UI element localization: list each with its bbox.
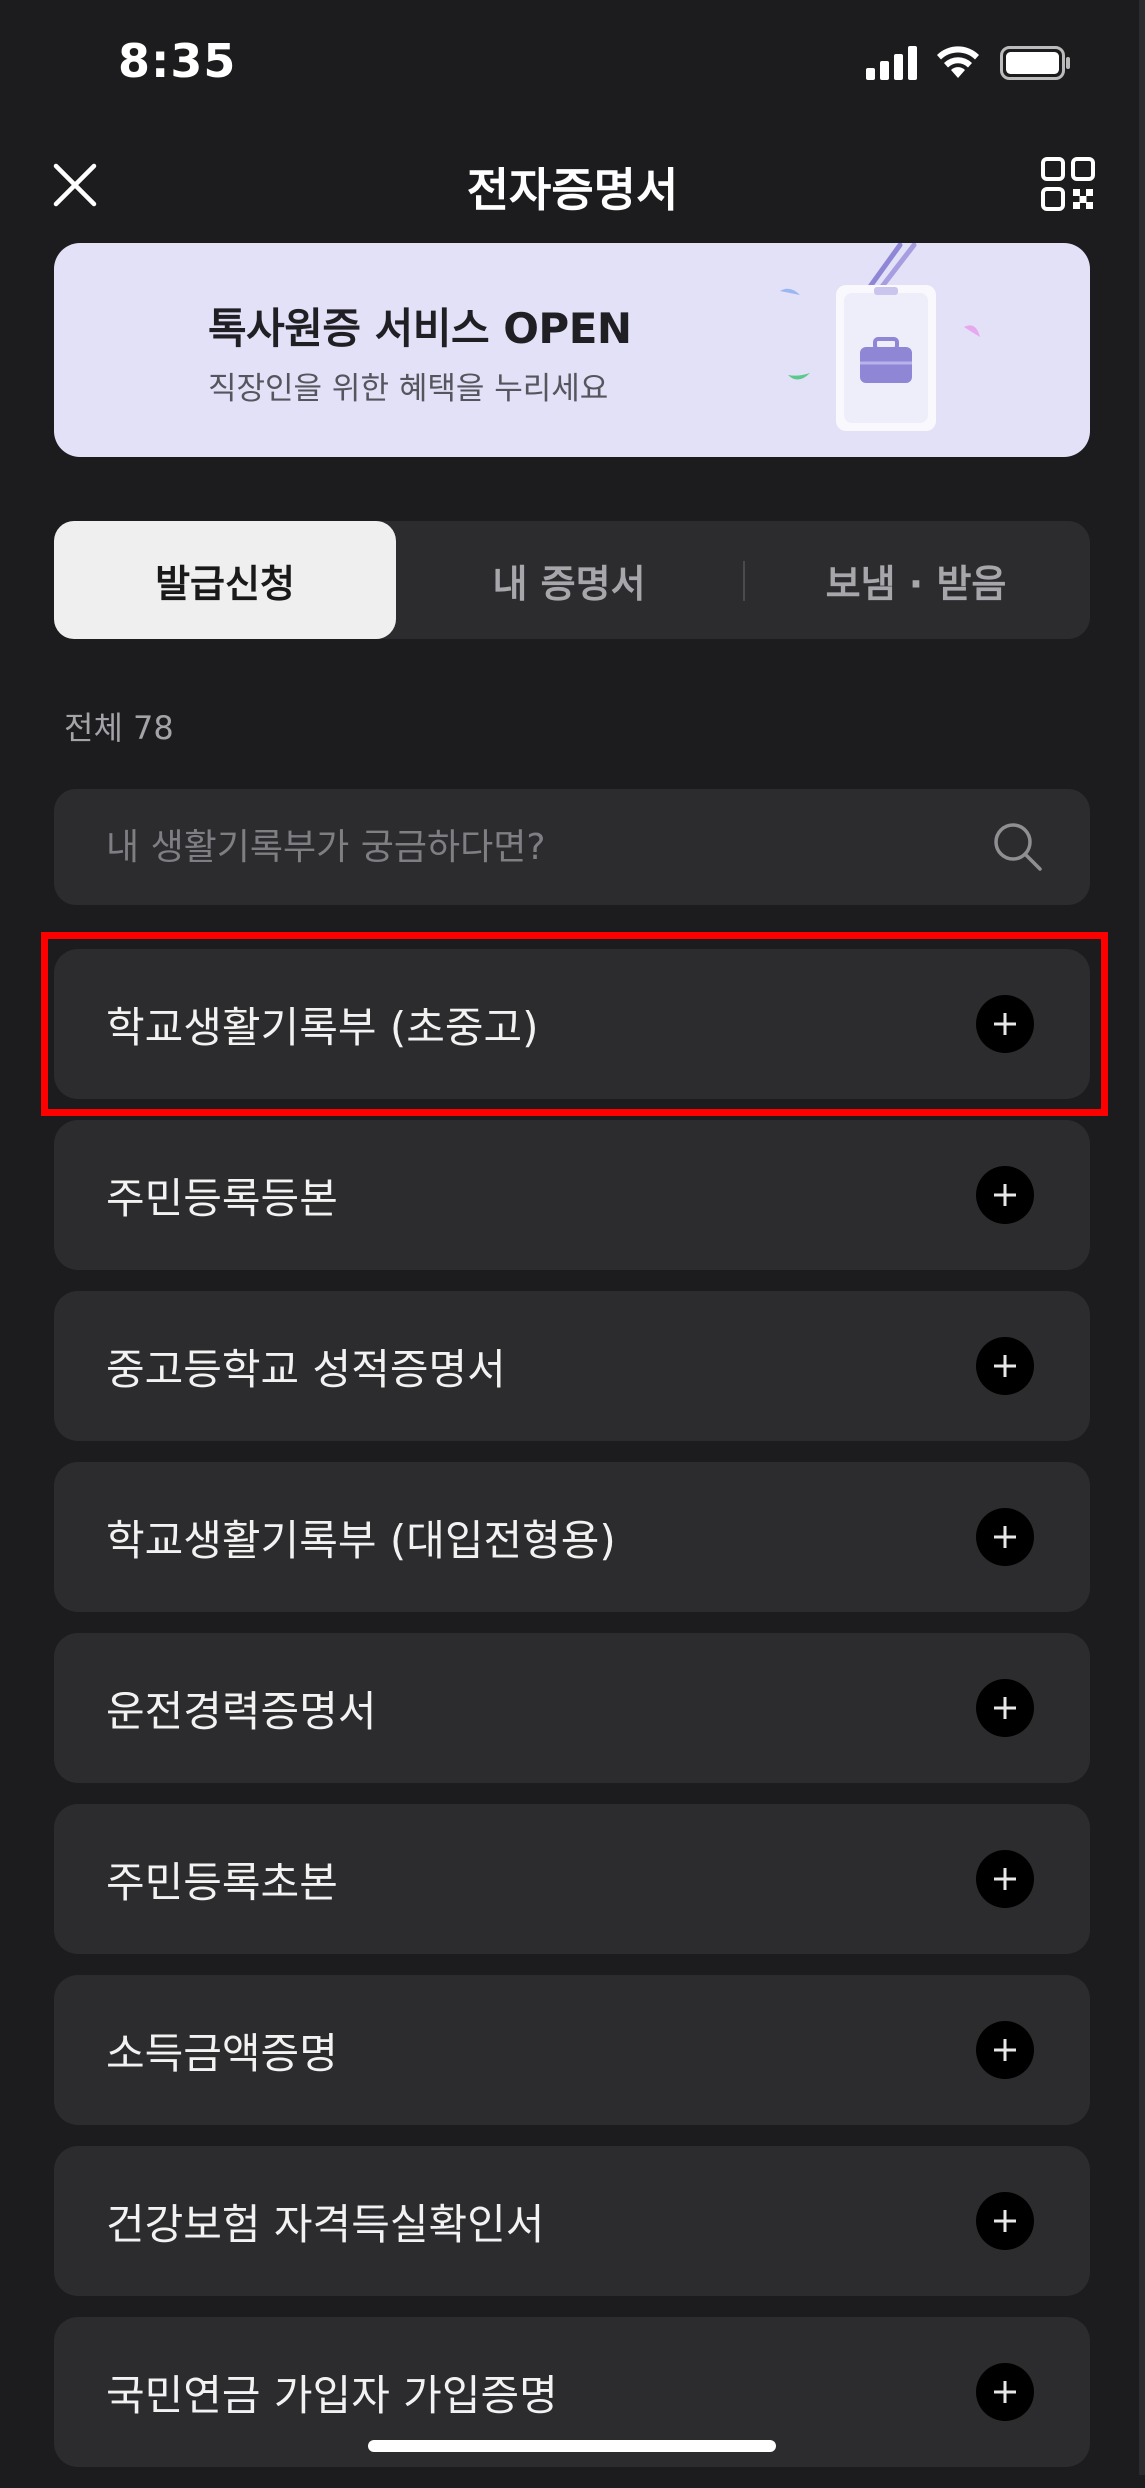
total-count: 전체 78 [64,709,174,747]
tab-issue-request[interactable]: 발급신청 [54,521,396,639]
plus-icon[interactable] [976,1508,1034,1566]
list-item-label: 건강보험 자격득실확인서 [106,2199,545,2249]
list-item[interactable]: 소득금액증명 [54,1975,1090,2125]
list-item-label: 주민등록초본 [106,1857,338,1907]
plus-icon[interactable] [976,995,1034,1053]
list-item[interactable]: 중고등학교 성적증명서 [54,1291,1090,1441]
list-item-label: 학교생활기록부 (대입전형용) [106,1515,616,1565]
employee-badge-icon [780,243,980,431]
qr-code-icon[interactable] [1040,156,1096,212]
tab-sent-received[interactable]: 보냄 · 받음 [742,521,1090,639]
plus-icon[interactable] [976,2192,1034,2250]
battery-icon [1000,46,1070,80]
status-bar: 8:35 [0,0,1145,130]
status-time: 8:35 [118,34,237,88]
signal-icon [866,46,917,80]
header: 전자증명서 [0,140,1145,240]
list-item[interactable]: 주민등록초본 [54,1804,1090,1954]
page-title: 전자증명서 [466,163,679,217]
list-item[interactable]: 운전경력증명서 [54,1633,1090,1783]
plus-icon[interactable] [976,2021,1034,2079]
list-item[interactable]: 주민등록등본 [54,1120,1090,1270]
list-item-label: 소득금액증명 [106,2028,338,2078]
search-input[interactable] [106,789,966,905]
list-item[interactable]: 학교생활기록부 (초중고) [54,949,1090,1099]
list-item-label: 운전경력증명서 [106,1686,377,1736]
screen-edge [1139,0,1145,2475]
plus-icon[interactable] [976,1850,1034,1908]
certificate-list: 학교생활기록부 (초중고) 주민등록등본 중고등학교 성적증명서 학교생활기록부… [54,949,1090,2488]
list-item[interactable]: 학교생활기록부 (대입전형용) [54,1462,1090,1612]
list-item[interactable]: 건강보험 자격득실확인서 [54,2146,1090,2296]
search-bar [54,789,1090,905]
plus-icon[interactable] [976,1337,1034,1395]
promo-banner[interactable]: 톡사원증 서비스 OPEN 직장인을 위한 혜택을 누리세요 [54,243,1090,457]
wifi-icon [937,46,979,78]
banner-title: 톡사원증 서비스 OPEN [208,304,632,353]
tab-my-certificates[interactable]: 내 증명서 [396,521,742,639]
search-icon[interactable] [990,819,1046,875]
list-item-label: 중고등학교 성적증명서 [106,1344,506,1394]
plus-icon[interactable] [976,1166,1034,1224]
plus-icon[interactable] [976,2363,1034,2421]
plus-icon[interactable] [976,1679,1034,1737]
tab-bar: 발급신청 내 증명서 보냄 · 받음 [54,521,1090,639]
home-indicator[interactable] [368,2440,776,2452]
list-item-label: 학교생활기록부 (초중고) [106,1002,539,1052]
list-item-label: 주민등록등본 [106,1173,338,1223]
banner-subtitle: 직장인을 위한 혜택을 누리세요 [208,371,609,407]
